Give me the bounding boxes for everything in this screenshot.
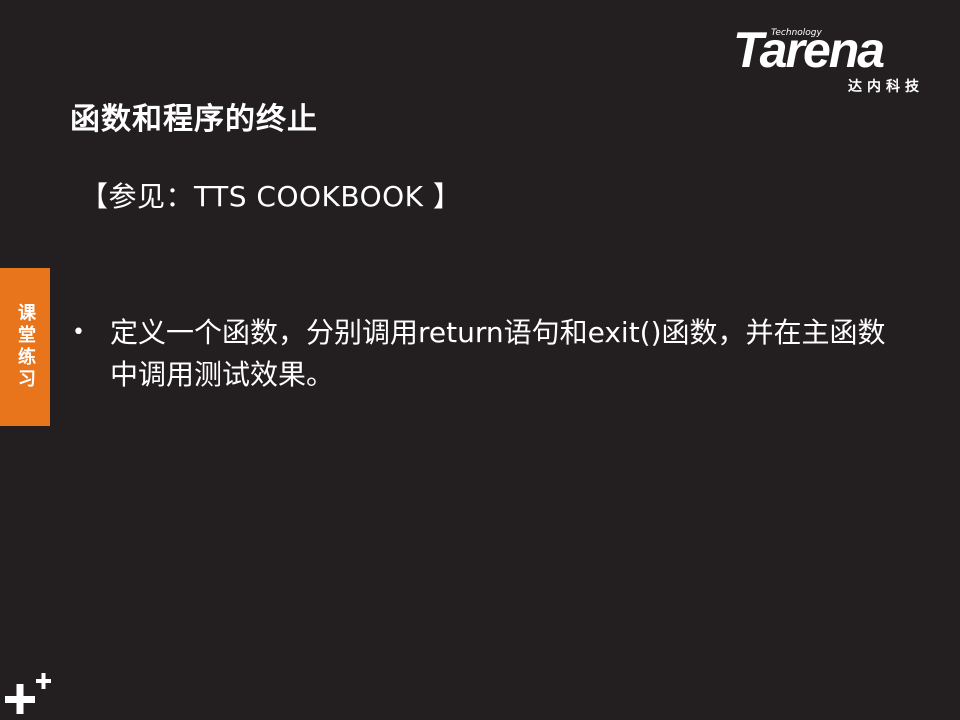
bullet-icon: •	[72, 320, 85, 345]
logo-wordmark: Tarena	[733, 22, 885, 78]
tarena-logo: Technology Tarena 达内科技	[733, 22, 928, 95]
side-tab-label: 课堂练习	[15, 303, 36, 391]
reference-note: 【参见：TTS COOKBOOK 】	[80, 180, 462, 213]
slide-title: 函数和程序的终止	[70, 102, 318, 137]
plus-icon	[5, 673, 51, 714]
list-item: • 定义一个函数，分别调用return语句和exit()函数，并在主函数中调用测…	[72, 312, 902, 396]
classroom-exercise-tab: 课堂练习	[0, 268, 50, 426]
list-item-text: 定义一个函数，分别调用return语句和exit()函数，并在主函数中调用测试效…	[110, 316, 886, 391]
logo-chinese-name: 达内科技	[848, 79, 924, 95]
content-list: • 定义一个函数，分别调用return语句和exit()函数，并在主函数中调用测…	[72, 312, 902, 396]
